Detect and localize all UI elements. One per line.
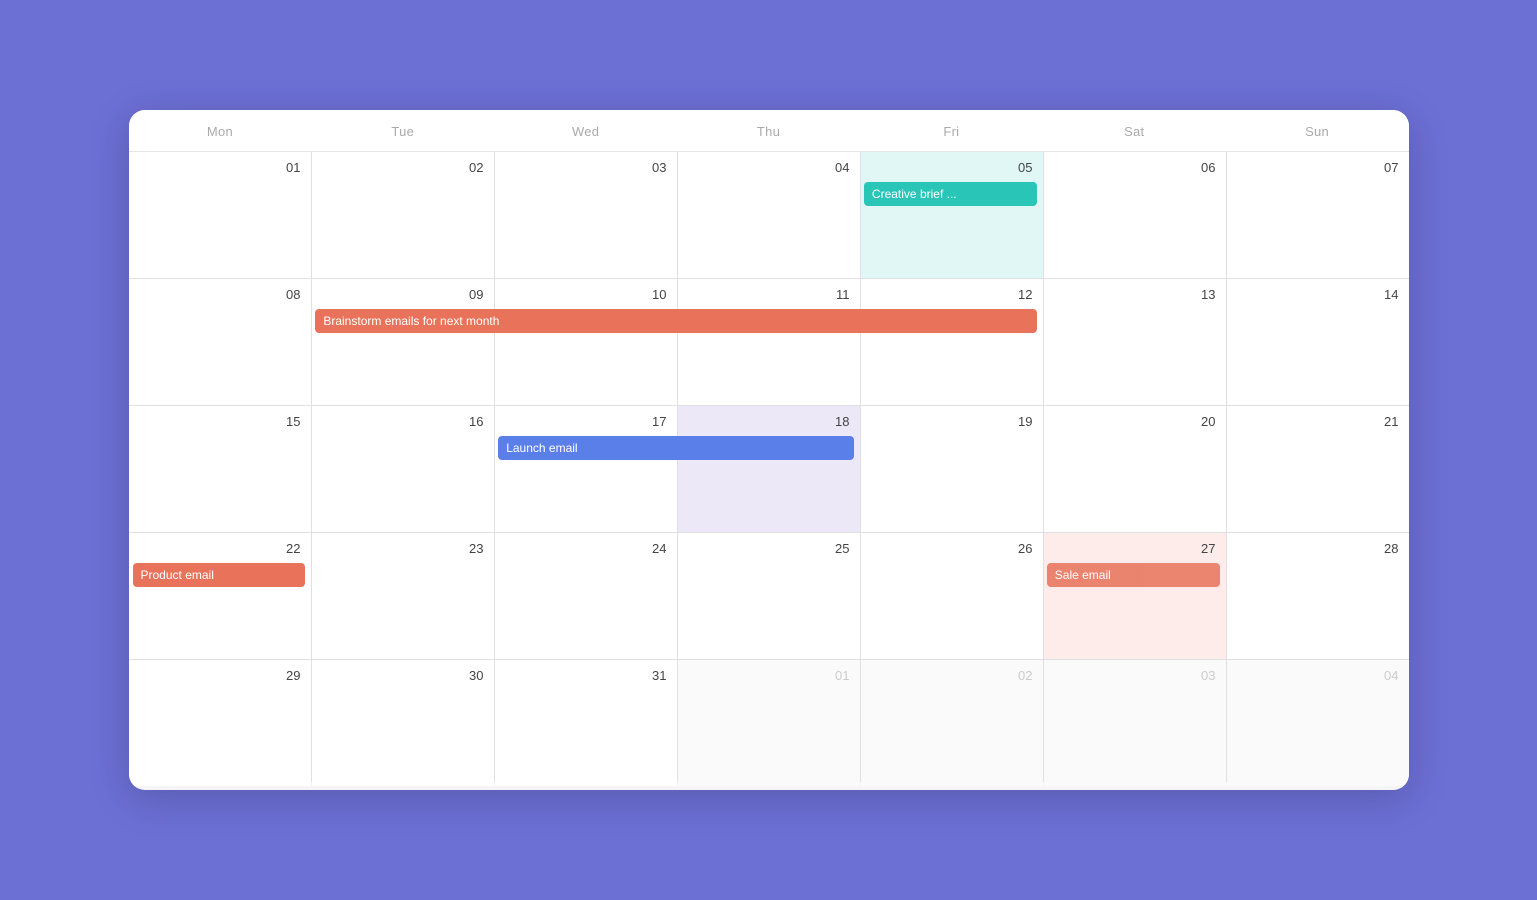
calendar-container: Mon Tue Wed Thu Fri Sat Sun 01 02 03 04 … <box>129 110 1409 790</box>
day-30[interactable]: 30 <box>312 660 494 786</box>
week-row-5: 29 30 31 01 02 03 04 <box>129 660 1409 786</box>
day-17[interactable]: 17 <box>495 406 677 532</box>
day-28[interactable]: 28 <box>1227 533 1409 659</box>
day-next-03[interactable]: 03 <box>1044 660 1226 786</box>
day-header-sun: Sun <box>1226 110 1409 151</box>
day-31[interactable]: 31 <box>495 660 677 786</box>
day-07[interactable]: 07 <box>1227 152 1409 278</box>
day-12[interactable]: 12 <box>861 279 1043 405</box>
day-22[interactable]: 22 <box>129 533 311 659</box>
week-row-3: 15 16 17 18 19 20 21 Launch email <box>129 406 1409 532</box>
day-21[interactable]: 21 <box>1227 406 1409 532</box>
day-header-fri: Fri <box>860 110 1043 151</box>
day-25[interactable]: 25 <box>678 533 860 659</box>
day-10[interactable]: 10 <box>495 279 677 405</box>
day-27[interactable]: 27 <box>1044 533 1226 659</box>
day-next-01[interactable]: 01 <box>678 660 860 786</box>
day-19[interactable]: 19 <box>861 406 1043 532</box>
day-03[interactable]: 03 <box>495 152 677 278</box>
week-row-4: 22 23 24 25 26 27 28 Product email Sale … <box>129 533 1409 659</box>
day-header-mon: Mon <box>129 110 312 151</box>
day-06[interactable]: 06 <box>1044 152 1226 278</box>
day-16[interactable]: 16 <box>312 406 494 532</box>
day-20[interactable]: 20 <box>1044 406 1226 532</box>
day-26[interactable]: 26 <box>861 533 1043 659</box>
day-18[interactable]: 18 <box>678 406 860 532</box>
day-08[interactable]: 08 <box>129 279 311 405</box>
week-row-1: 01 02 03 04 05 06 07 Creative brief ... <box>129 152 1409 278</box>
week-row-2: 08 09 10 11 12 13 14 Brainstorm emails f… <box>129 279 1409 405</box>
day-header-tue: Tue <box>311 110 494 151</box>
day-15[interactable]: 15 <box>129 406 311 532</box>
day-next-02[interactable]: 02 <box>861 660 1043 786</box>
calendar-body: 01 02 03 04 05 06 07 Creative brief ... … <box>129 152 1409 782</box>
day-11[interactable]: 11 <box>678 279 860 405</box>
day-23[interactable]: 23 <box>312 533 494 659</box>
day-header-sat: Sat <box>1043 110 1226 151</box>
day-header-wed: Wed <box>494 110 677 151</box>
calendar-header: Mon Tue Wed Thu Fri Sat Sun <box>129 110 1409 152</box>
day-header-thu: Thu <box>677 110 860 151</box>
day-13[interactable]: 13 <box>1044 279 1226 405</box>
day-29[interactable]: 29 <box>129 660 311 786</box>
day-09[interactable]: 09 <box>312 279 494 405</box>
day-02[interactable]: 02 <box>312 152 494 278</box>
day-04[interactable]: 04 <box>678 152 860 278</box>
day-05[interactable]: 05 <box>861 152 1043 278</box>
day-01[interactable]: 01 <box>129 152 311 278</box>
day-24[interactable]: 24 <box>495 533 677 659</box>
day-14[interactable]: 14 <box>1227 279 1409 405</box>
day-next-04[interactable]: 04 <box>1227 660 1409 786</box>
